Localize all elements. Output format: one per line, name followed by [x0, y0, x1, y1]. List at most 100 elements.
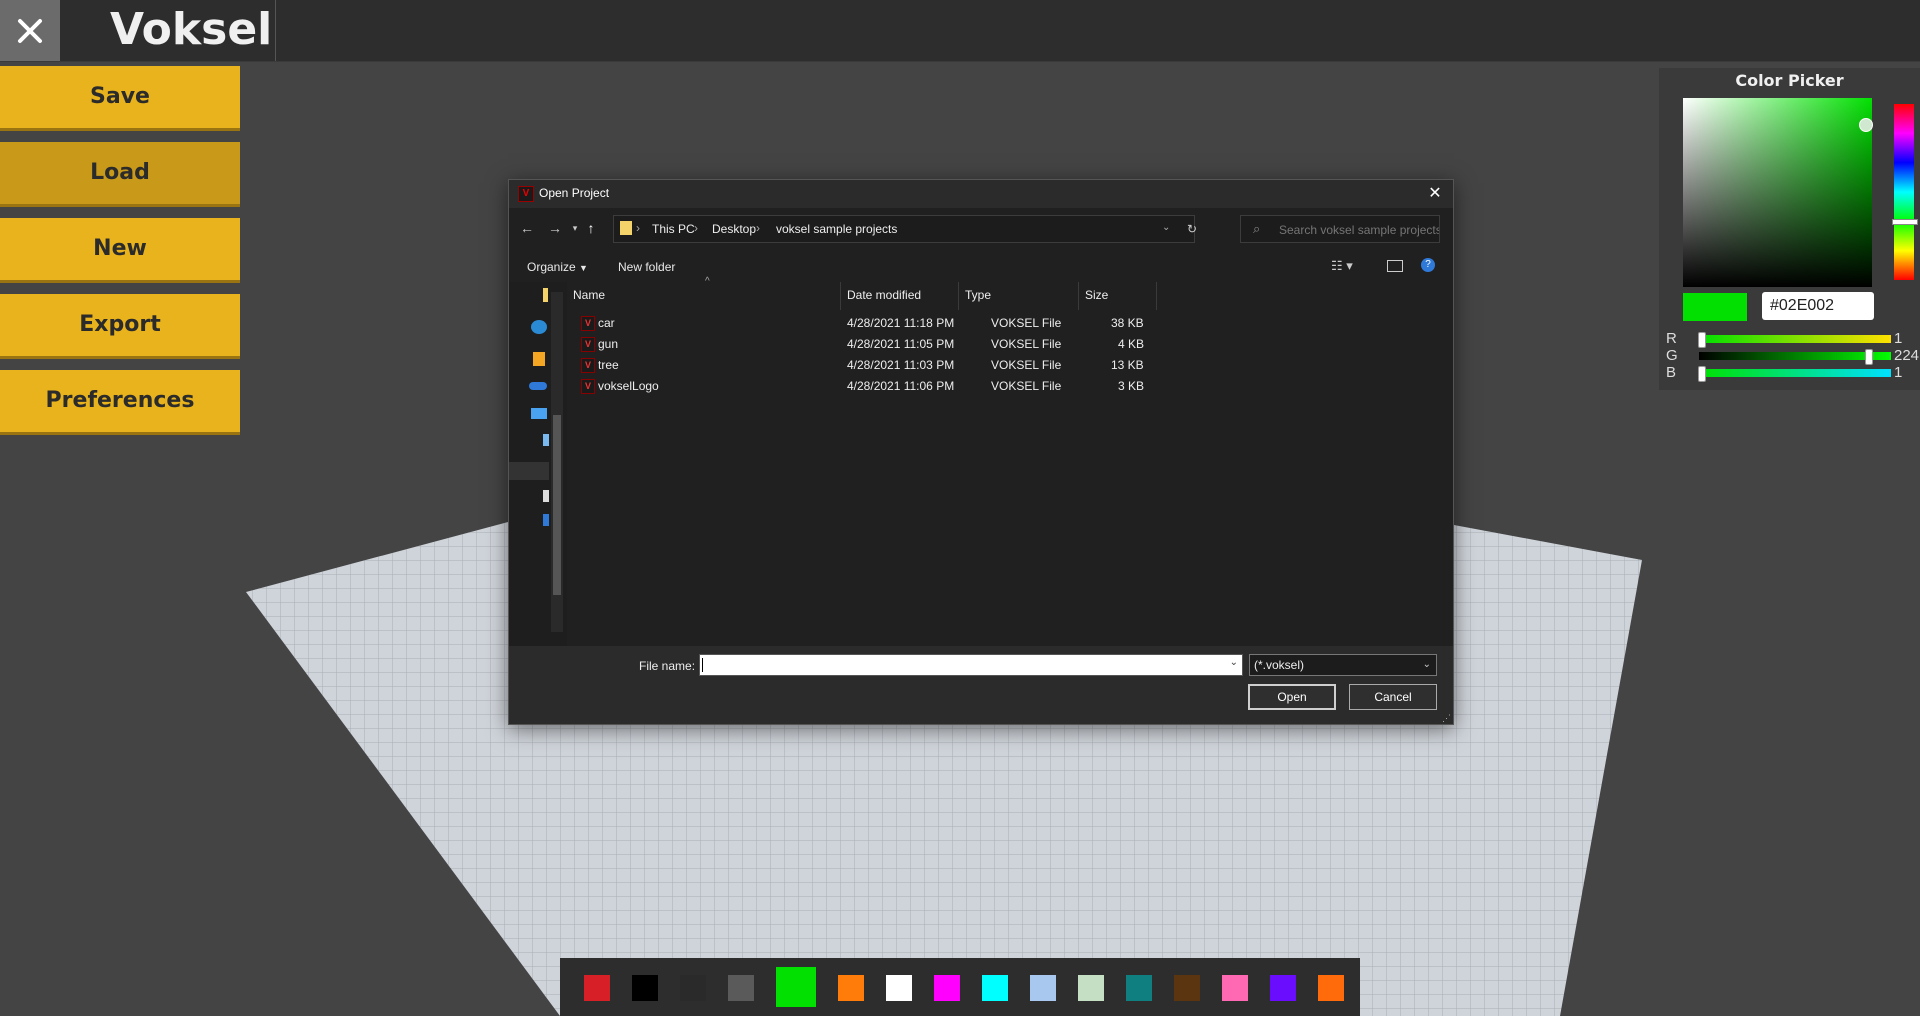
nav-selected-item[interactable]: [509, 462, 549, 480]
blue-value: 1: [1894, 364, 1903, 381]
dialog-title: Open Project: [539, 186, 610, 200]
file-date: 4/28/2021 11:06 PM: [847, 379, 955, 393]
palette-swatch-3[interactable]: [728, 975, 754, 1001]
quick-access-folder-icon[interactable]: [543, 288, 548, 302]
open-project-dialog: V Open Project ✕ ← → ▾ ↑ › This PC › Des…: [508, 179, 1454, 725]
palette-swatch-5[interactable]: [838, 975, 864, 1001]
palette-swatch-8[interactable]: [982, 975, 1008, 1001]
close-button[interactable]: [0, 0, 60, 61]
palette-swatch-15[interactable]: [1318, 975, 1344, 1001]
palette-swatch-0[interactable]: [584, 975, 610, 1001]
green-channel-row: G 224: [1666, 347, 1920, 365]
file-type: VOKSEL File: [991, 316, 1062, 330]
preferences-button[interactable]: Preferences: [0, 370, 240, 432]
blue-slider[interactable]: [1698, 366, 1891, 382]
top-bar: Voksel: [0, 0, 1920, 62]
dialog-footer: File name: ⌄ (*.voksel) ⌄ Open Cancel ⋰: [509, 646, 1453, 724]
resize-grip-icon[interactable]: ⋰: [1442, 713, 1451, 724]
breadcrumb-this-pc[interactable]: This PC: [652, 222, 695, 236]
file-name-input[interactable]: ⌄: [699, 654, 1243, 676]
blue-channel-row: B 1: [1666, 364, 1920, 382]
up-arrow-icon[interactable]: ↑: [581, 218, 601, 238]
address-bar[interactable]: › This PC › Desktop › voksel sample proj…: [613, 215, 1197, 243]
file-date: 4/28/2021 11:05 PM: [847, 337, 955, 351]
palette-swatch-6[interactable]: [886, 975, 912, 1001]
document-icon[interactable]: [533, 352, 545, 366]
breadcrumb-separator: ›: [756, 221, 760, 235]
file-row-vokselLogo[interactable]: V vokselLogo 4/28/2021 11:06 PM VOKSEL F…: [581, 376, 1144, 396]
green-value: 224: [1894, 347, 1920, 364]
hue-slider-handle[interactable]: [1892, 219, 1918, 225]
view-options-icon[interactable]: ☷ ▾: [1331, 258, 1353, 274]
color-palette: [560, 958, 1360, 1016]
voksel-file-icon: V: [581, 337, 595, 352]
dialog-toolbar: Organize ▼ New folder ☷ ▾ ?: [509, 252, 1453, 282]
column-header-type[interactable]: Type: [959, 282, 1079, 310]
mesh-icon[interactable]: [531, 320, 547, 334]
cancel-button[interactable]: Cancel: [1349, 684, 1437, 710]
column-header-name[interactable]: Name: [567, 282, 841, 310]
save-button[interactable]: Save: [0, 66, 240, 128]
hue-slider[interactable]: [1894, 104, 1914, 280]
breadcrumb-desktop[interactable]: Desktop: [712, 222, 756, 236]
blue-label: B: [1666, 364, 1677, 381]
saturation-value-handle[interactable]: [1859, 118, 1873, 132]
blue-slider-handle[interactable]: [1698, 366, 1706, 382]
nav-scrollbar-thumb[interactable]: [553, 415, 561, 595]
palette-swatch-14[interactable]: [1270, 975, 1296, 1001]
forward-arrow-icon[interactable]: →: [545, 218, 565, 238]
file-row-gun[interactable]: V gun 4/28/2021 11:05 PM VOKSEL File 4 K…: [581, 334, 1145, 354]
open-button[interactable]: Open: [1248, 684, 1336, 710]
file-type: VOKSEL File: [991, 379, 1062, 393]
hex-color-input[interactable]: [1762, 292, 1874, 320]
drive-icon[interactable]: [543, 434, 549, 446]
export-button[interactable]: Export: [0, 294, 240, 356]
divider: [275, 0, 276, 61]
palette-swatch-4[interactable]: [776, 967, 816, 1007]
palette-swatch-12[interactable]: [1174, 975, 1200, 1001]
load-button[interactable]: Load: [0, 142, 240, 204]
file-size: 13 KB: [1111, 358, 1144, 372]
palette-swatch-9[interactable]: [1030, 975, 1056, 1001]
file-size: 38 KB: [1111, 316, 1144, 330]
search-box[interactable]: ⌕: [1240, 215, 1441, 244]
new-button[interactable]: New: [0, 218, 240, 280]
red-slider-handle[interactable]: [1698, 332, 1706, 348]
dialog-close-button[interactable]: ✕: [1425, 184, 1445, 204]
download-icon[interactable]: [543, 514, 549, 526]
palette-swatch-13[interactable]: [1222, 975, 1248, 1001]
address-dropdown-chevron-icon[interactable]: ⌄: [1162, 222, 1170, 233]
file-row-car[interactable]: V car 4/28/2021 11:18 PM VOKSEL File 38 …: [581, 313, 1144, 333]
red-slider[interactable]: [1698, 332, 1891, 348]
file-type-filter-select[interactable]: (*.voksel) ⌄: [1249, 654, 1437, 676]
back-arrow-icon[interactable]: ←: [517, 218, 537, 238]
folder-icon: [620, 221, 632, 235]
new-folder-button[interactable]: New folder: [618, 260, 675, 274]
palette-swatch-7[interactable]: [934, 975, 960, 1001]
file-icon[interactable]: [543, 490, 549, 502]
palette-swatch-11[interactable]: [1126, 975, 1152, 1001]
this-pc-icon[interactable]: [531, 408, 547, 419]
green-slider-handle[interactable]: [1865, 349, 1873, 365]
preview-pane-icon[interactable]: [1387, 260, 1403, 272]
palette-swatch-10[interactable]: [1078, 975, 1104, 1001]
palette-swatch-2[interactable]: [680, 975, 706, 1001]
saturation-value-area[interactable]: [1683, 98, 1873, 287]
red-channel-row: R 1: [1666, 330, 1920, 348]
file-size: 4 KB: [1118, 337, 1145, 351]
breadcrumb-separator: ›: [694, 221, 698, 235]
green-slider[interactable]: [1699, 349, 1891, 365]
breadcrumb-current-folder[interactable]: voksel sample projects: [776, 222, 897, 236]
onedrive-icon[interactable]: [529, 382, 547, 390]
organize-button[interactable]: Organize ▼: [527, 260, 588, 274]
chevron-down-icon[interactable]: ⌄: [1230, 657, 1238, 668]
search-input[interactable]: [1277, 216, 1441, 244]
voksel-file-icon: V: [581, 316, 595, 331]
chevron-down-icon: ⌄: [1422, 659, 1431, 670]
palette-swatch-1[interactable]: [632, 975, 658, 1001]
help-icon[interactable]: ?: [1421, 258, 1435, 272]
column-header-size[interactable]: Size: [1079, 282, 1157, 310]
refresh-icon[interactable]: ↻: [1187, 222, 1197, 236]
file-row-tree[interactable]: V tree 4/28/2021 11:03 PM VOKSEL File 13…: [581, 355, 1144, 375]
column-header-date-modified[interactable]: Date modified: [841, 282, 959, 310]
